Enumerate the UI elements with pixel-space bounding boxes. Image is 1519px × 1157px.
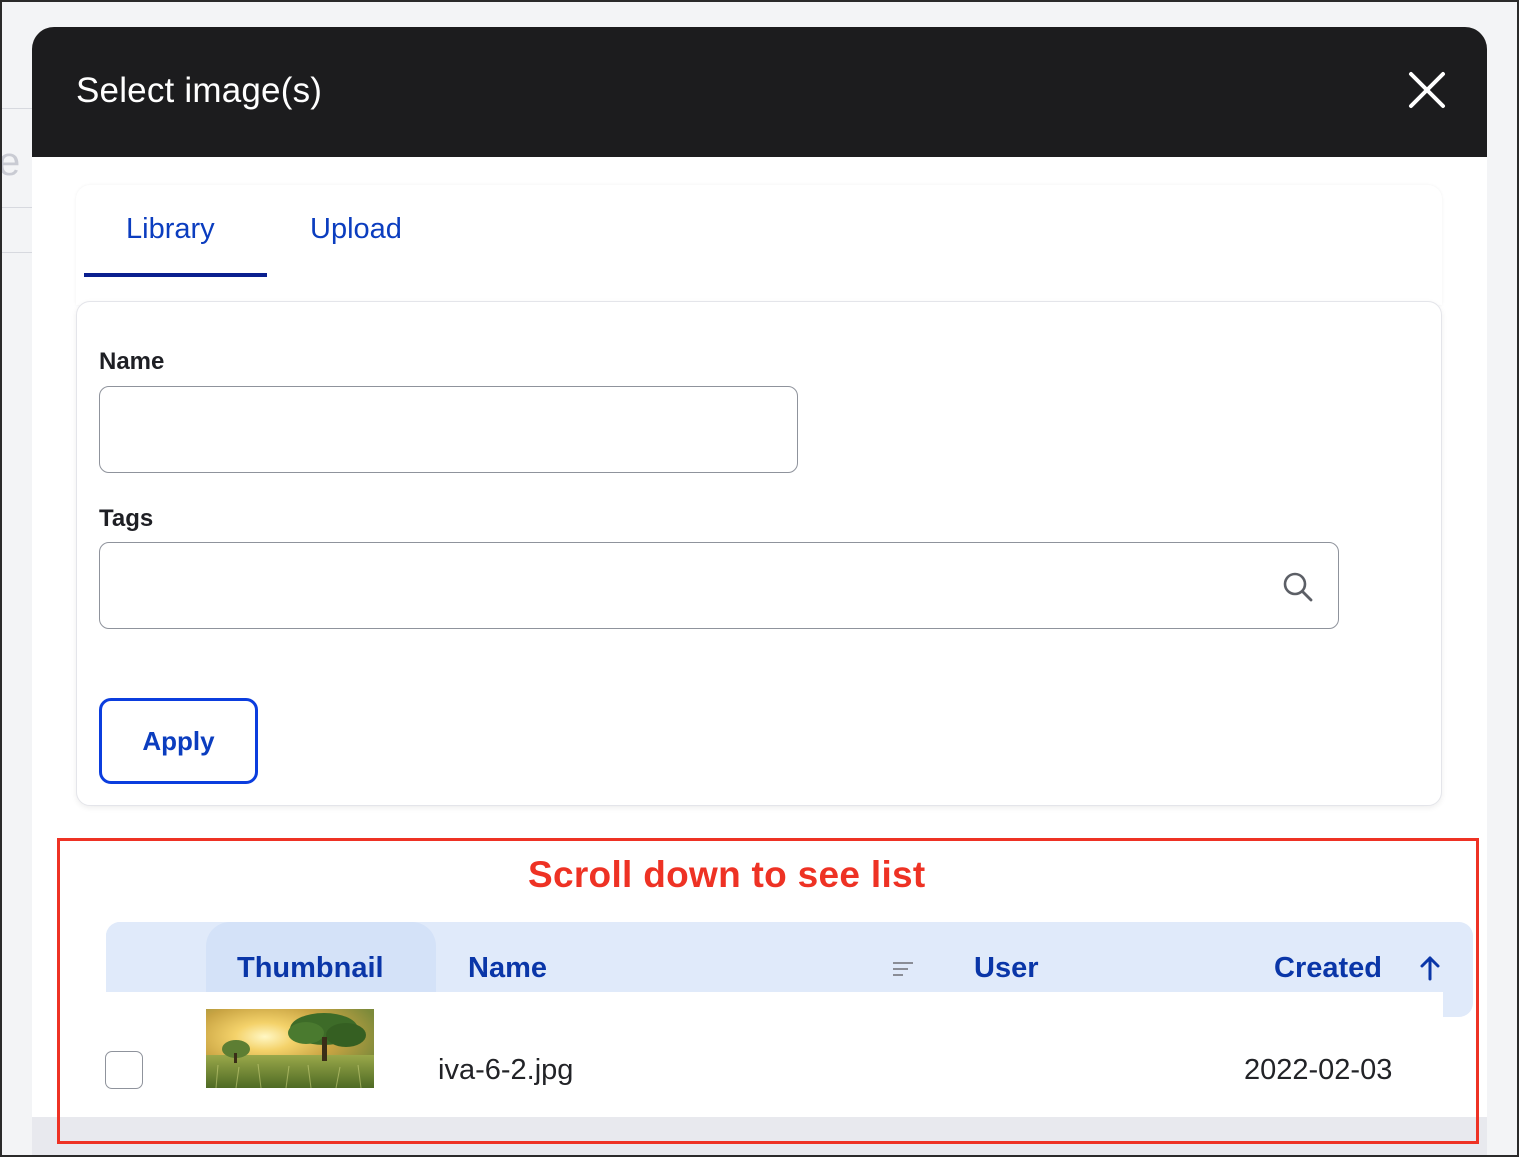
dialog-header: Select image(s) (32, 27, 1487, 157)
dialog-title: Select image(s) (76, 71, 323, 110)
screenshot-frame: e Select image(s) Library Upload Name Ta… (0, 0, 1519, 1157)
search-icon[interactable] (1281, 570, 1315, 604)
close-icon (1409, 72, 1445, 108)
active-tab-indicator (84, 273, 267, 277)
background-divider (2, 252, 32, 253)
tags-label: Tags (99, 505, 154, 532)
tab-upload[interactable]: Upload (310, 213, 402, 246)
name-input[interactable] (99, 386, 798, 473)
tabs-bar: Library Upload (76, 185, 1442, 305)
annotation-text: Scroll down to see list (528, 854, 926, 895)
apply-button[interactable]: Apply (99, 698, 258, 784)
name-label: Name (99, 348, 165, 375)
background-divider (2, 207, 32, 208)
background-divider (2, 108, 32, 109)
tags-input[interactable] (99, 542, 1339, 629)
background-text-fragment: e (0, 140, 21, 184)
close-button[interactable] (1402, 65, 1452, 115)
filter-form: Name Tags Apply (76, 301, 1442, 806)
tab-library[interactable]: Library (126, 213, 215, 246)
